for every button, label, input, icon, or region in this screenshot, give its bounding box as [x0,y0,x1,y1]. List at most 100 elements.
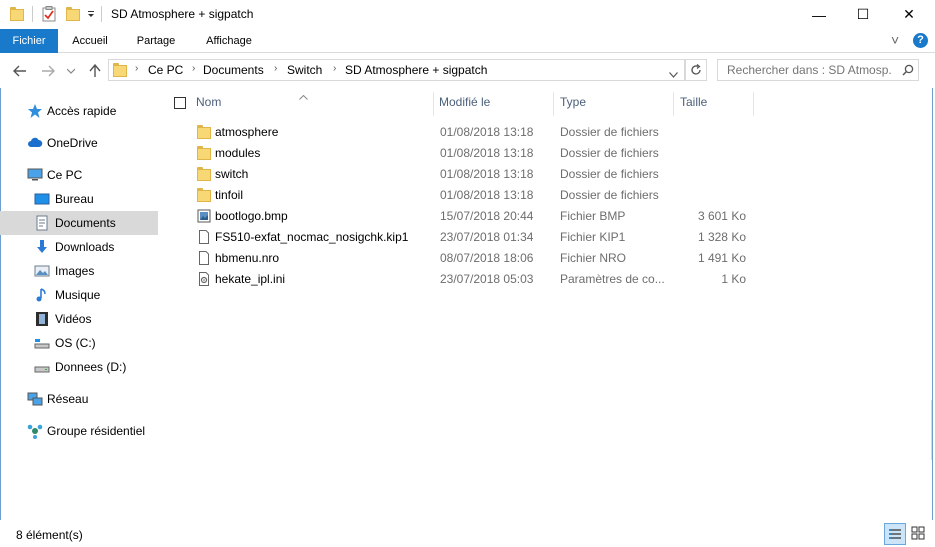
network-icon [27,392,43,406]
file-icon [199,230,209,244]
sidebar-item-bureau[interactable]: Bureau [0,187,158,211]
ribbon-expand-icon[interactable]: ˅ [891,32,899,48]
item-count: 8 élément(s) [16,528,83,542]
sidebar-item-videos[interactable]: Vidéos [0,307,158,331]
sidebar-item-ce-pc[interactable]: Ce PC [0,163,158,187]
breadcrumb-documents[interactable]: Documents [203,63,264,77]
file-name: switch [215,167,249,181]
table-row[interactable]: hekate_ipl.ini 23/07/2018 05:03 Paramètr… [190,269,770,290]
breadcrumb-chevron-icon[interactable]: › [274,63,277,74]
recent-locations-chevron-icon[interactable] [63,63,79,79]
drive-os-icon [34,339,50,349]
refresh-button[interactable] [685,59,707,81]
file-type: Fichier NRO [560,251,627,265]
select-all-checkbox[interactable] [174,97,186,109]
forward-arrow-icon[interactable] [40,63,56,79]
search-box[interactable] [717,59,919,81]
sidebar-item-musique[interactable]: Musique [0,283,158,307]
search-icon[interactable] [902,64,914,79]
tab-accueil[interactable]: Accueil [58,29,122,53]
sidebar-item-documents[interactable]: Documents [0,211,158,235]
tab-partage[interactable]: Partage [124,29,188,53]
large-icons-view-button[interactable] [908,523,930,545]
file-modified: 23/07/2018 05:03 [440,272,534,286]
up-arrow-icon[interactable] [87,63,103,79]
sidebar-item-acces-rapide[interactable]: Accès rapide [0,99,158,123]
customize-quick-access-icon[interactable] [86,8,96,20]
breadcrumb-ce-pc[interactable]: Ce PC [148,63,183,77]
address-bar[interactable]: › Ce PC › Documents › Switch › SD Atmosp… [108,59,685,81]
maximize-button[interactable]: ☐ [840,0,886,29]
breadcrumb-chevron-icon[interactable]: › [135,63,138,74]
sidebar-item-groupe-residentiel[interactable]: Groupe résidentiel [0,419,158,443]
folder-icon [197,125,211,139]
breadcrumb-switch[interactable]: Switch [287,63,322,77]
sidebar-item-label: Musique [55,288,101,302]
column-header-modified[interactable]: Modifié le [439,95,490,109]
column-separator[interactable] [753,92,754,116]
details-view-icon [889,529,901,539]
status-bar: 8 élément(s) [0,520,935,547]
close-button[interactable]: ✕ [886,0,932,29]
breadcrumb-chevron-icon[interactable]: › [333,63,336,74]
table-row[interactable]: tinfoil 01/08/2018 13:18 Dossier de fich… [190,185,770,206]
file-type: Paramètres de co... [560,272,665,286]
file-modified: 01/08/2018 13:18 [440,125,534,139]
sidebar-item-downloads[interactable]: Downloads [0,235,158,259]
column-separator[interactable] [553,92,554,116]
file-icon [199,251,209,265]
file-name: modules [215,146,261,160]
image-file-icon [197,209,211,223]
column-header-size[interactable]: Taille [680,95,707,109]
desktop-icon [34,193,50,205]
sidebar-item-donnees-d[interactable]: Donnees (D:) [0,355,158,379]
table-row[interactable]: modules 01/08/2018 13:18 Dossier de fich… [190,143,770,164]
sidebar-item-onedrive[interactable]: OneDrive [0,131,158,155]
table-row[interactable]: switch 01/08/2018 13:18 Dossier de fichi… [190,164,770,185]
file-type: Dossier de fichiers [560,146,659,160]
star-icon [28,104,42,118]
help-icon[interactable]: ? [913,33,928,48]
sidebar-item-reseau[interactable]: Réseau [0,387,158,411]
file-name: tinfoil [215,188,244,202]
file-modified: 01/08/2018 13:18 [440,146,534,160]
folder-icon [197,188,211,202]
title-bar: SD Atmosphere + sigpatch — ☐ ✕ [0,0,935,29]
sidebar-item-os-c[interactable]: OS (C:) [0,331,158,355]
back-arrow-icon[interactable] [12,63,28,79]
minimize-button[interactable]: — [796,0,842,29]
column-separator[interactable] [673,92,674,116]
sidebar-item-label: Accès rapide [47,104,117,118]
sort-ascending-icon [299,89,308,103]
computer-icon [27,168,43,181]
file-type: Dossier de fichiers [560,125,659,139]
table-row[interactable]: bootlogo.bmp 15/07/2018 20:44 Fichier BM… [190,206,770,227]
tab-affichage[interactable]: Affichage [191,29,267,53]
file-name: bootlogo.bmp [215,209,288,223]
sidebar-item-label: Groupe résidentiel [47,424,146,438]
settings-file-icon [199,272,209,286]
search-input[interactable] [727,63,892,77]
breadcrumb-chevron-icon[interactable]: › [192,63,195,74]
table-row[interactable]: hbmenu.nro 08/07/2018 18:06 Fichier NRO … [190,248,770,269]
column-separator[interactable] [433,92,434,116]
file-modified: 08/07/2018 18:06 [440,251,534,265]
column-header-type[interactable]: Type [560,95,586,109]
details-view-button[interactable] [884,523,906,545]
tab-fichier[interactable]: Fichier [0,29,58,53]
table-row[interactable]: FS510-exfat_nocmac_nosigchk.kip1 23/07/2… [190,227,770,248]
address-dropdown-chevron-icon[interactable] [669,67,678,81]
sidebar-item-label: Documents [55,216,116,230]
file-modified: 01/08/2018 13:18 [440,188,534,202]
title-separator-2 [101,6,102,22]
table-row[interactable]: atmosphere 01/08/2018 13:18 Dossier de f… [190,122,770,143]
sidebar-item-label: Bureau [55,192,94,206]
video-icon [36,312,48,326]
sidebar-item-images[interactable]: Images [0,259,158,283]
homegroup-icon [27,424,43,439]
column-header-name[interactable]: Nom [196,95,221,109]
properties-quick-access-icon[interactable] [42,6,56,22]
breadcrumb-current-folder[interactable]: SD Atmosphere + sigpatch [345,63,487,77]
file-modified: 23/07/2018 01:34 [440,230,534,244]
new-folder-quick-access-icon[interactable] [66,7,80,21]
